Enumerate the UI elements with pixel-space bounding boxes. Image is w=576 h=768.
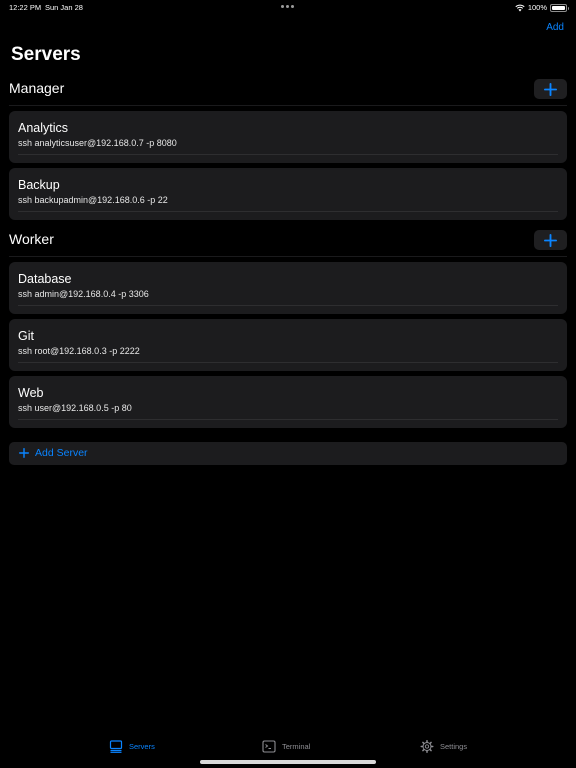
card-divider bbox=[18, 211, 558, 212]
nav-add-button[interactable]: Add bbox=[546, 22, 564, 33]
servers-screen: 12:22 PM Sun Jan 28 100% Add Servers Man… bbox=[0, 0, 576, 768]
plus-icon bbox=[544, 82, 557, 96]
gear-icon bbox=[420, 739, 434, 753]
server-card-backup[interactable]: Backup ssh backupadmin@192.168.0.6 -p 22 bbox=[9, 168, 567, 220]
add-server-label: Add Server bbox=[35, 447, 88, 459]
card-divider bbox=[18, 154, 558, 155]
tab-label: Servers bbox=[129, 741, 155, 751]
plus-icon bbox=[544, 233, 557, 247]
status-time: 12:22 PM bbox=[9, 3, 42, 12]
server-command: ssh analyticsuser@192.168.0.7 -p 8080 bbox=[18, 138, 177, 148]
server-card-analytics[interactable]: Analytics ssh analyticsuser@192.168.0.7 … bbox=[9, 111, 567, 163]
server-command: ssh backupadmin@192.168.0.6 -p 22 bbox=[18, 195, 168, 205]
section-header-worker: Worker bbox=[9, 230, 567, 250]
tab-terminal[interactable]: Terminal bbox=[262, 738, 310, 754]
battery-percentage: 100% bbox=[527, 3, 547, 12]
card-divider bbox=[18, 305, 558, 306]
server-card-database[interactable]: Database ssh admin@192.168.0.4 -p 3306 bbox=[9, 262, 567, 314]
tab-settings[interactable]: Settings bbox=[420, 738, 467, 754]
server-name: Database bbox=[18, 272, 72, 286]
tab-servers[interactable]: Servers bbox=[109, 738, 155, 754]
card-divider bbox=[18, 362, 558, 363]
add-to-worker-button[interactable] bbox=[534, 230, 567, 250]
battery-icon bbox=[550, 3, 569, 12]
server-command: ssh root@192.168.0.3 -p 2222 bbox=[18, 346, 140, 356]
home-indicator[interactable] bbox=[200, 760, 376, 764]
server-icon bbox=[109, 739, 123, 753]
tab-label: Terminal bbox=[282, 741, 311, 751]
plus-icon bbox=[19, 448, 29, 458]
page-title: Servers bbox=[11, 44, 81, 65]
wifi-icon bbox=[515, 4, 525, 11]
section-divider bbox=[9, 256, 567, 257]
server-card-web[interactable]: Web ssh user@192.168.0.5 -p 80 bbox=[9, 376, 567, 428]
server-command: ssh user@192.168.0.5 -p 80 bbox=[18, 403, 132, 413]
server-name: Backup bbox=[18, 178, 60, 192]
add-server-button[interactable]: Add Server bbox=[9, 442, 567, 465]
status-bar: 12:22 PM Sun Jan 28 100% bbox=[0, 0, 576, 14]
section-header-manager: Manager bbox=[9, 79, 567, 99]
section-title: Worker bbox=[9, 231, 54, 247]
tab-label: Settings bbox=[440, 741, 468, 751]
section-title: Manager bbox=[9, 80, 65, 96]
server-name: Web bbox=[18, 386, 44, 400]
card-divider bbox=[18, 419, 558, 420]
section-divider bbox=[9, 105, 567, 106]
server-name: Analytics bbox=[18, 121, 69, 135]
server-command: ssh admin@192.168.0.4 -p 3306 bbox=[18, 289, 149, 299]
server-name: Git bbox=[18, 329, 34, 343]
server-card-git[interactable]: Git ssh root@192.168.0.3 -p 2222 bbox=[9, 319, 567, 371]
multitasking-dots-icon[interactable] bbox=[281, 2, 295, 10]
status-date: Sun Jan 28 bbox=[45, 3, 83, 12]
terminal-icon bbox=[262, 739, 276, 753]
add-to-manager-button[interactable] bbox=[534, 79, 567, 99]
status-indicators: 100% bbox=[515, 3, 569, 12]
